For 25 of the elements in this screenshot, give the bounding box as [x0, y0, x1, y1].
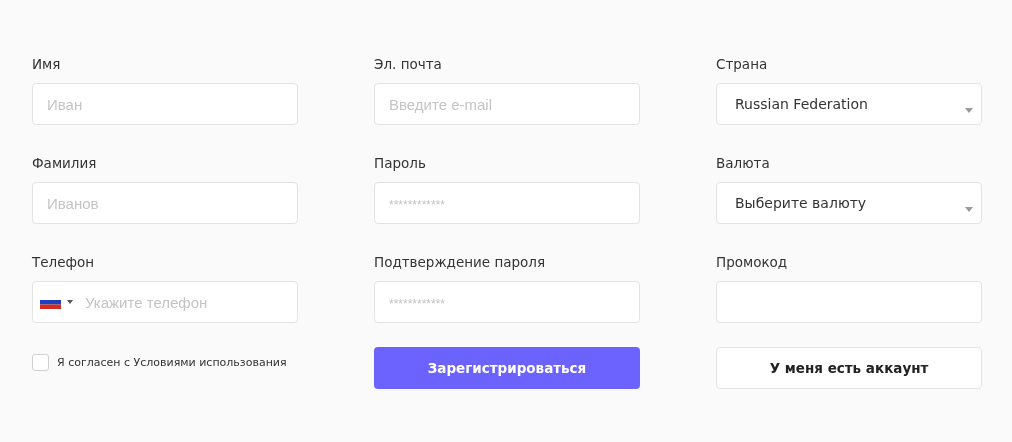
field-label: Имя — [32, 55, 62, 74]
password-field[interactable]: ************ — [374, 281, 640, 323]
register-button[interactable]: Зарегистрироваться — [374, 347, 640, 389]
checkbox[interactable] — [32, 353, 49, 371]
phone-field[interactable]: Укажите телефон — [32, 281, 298, 323]
field-label: Пароль — [374, 154, 427, 173]
caret-icon — [67, 300, 73, 304]
field-label: Фамилия — [32, 154, 98, 173]
select-field[interactable]: Выберите валюту — [716, 182, 982, 224]
input-field[interactable] — [716, 281, 982, 323]
caret-icon — [965, 108, 973, 113]
field-label: Промокод — [716, 253, 789, 272]
caret-icon — [965, 207, 973, 212]
input-field[interactable]: Иван — [32, 83, 298, 125]
field-label: Страна — [716, 55, 769, 74]
input-field[interactable]: Иванов — [32, 182, 298, 224]
field-label: Эл. почта — [374, 55, 443, 74]
agreement-label: Я согласен с Условиями использования — [57, 355, 287, 369]
field-label: Телефон — [32, 253, 96, 272]
input-field[interactable]: Введите e-mail — [374, 83, 640, 125]
login-button[interactable]: У меня есть аккаунт — [716, 347, 982, 389]
select-field[interactable]: Russian Federation — [716, 83, 982, 125]
field-label: Валюта — [716, 154, 771, 173]
field-label: Подтверждение пароля — [374, 253, 547, 272]
password-field[interactable]: ************ — [374, 182, 640, 224]
